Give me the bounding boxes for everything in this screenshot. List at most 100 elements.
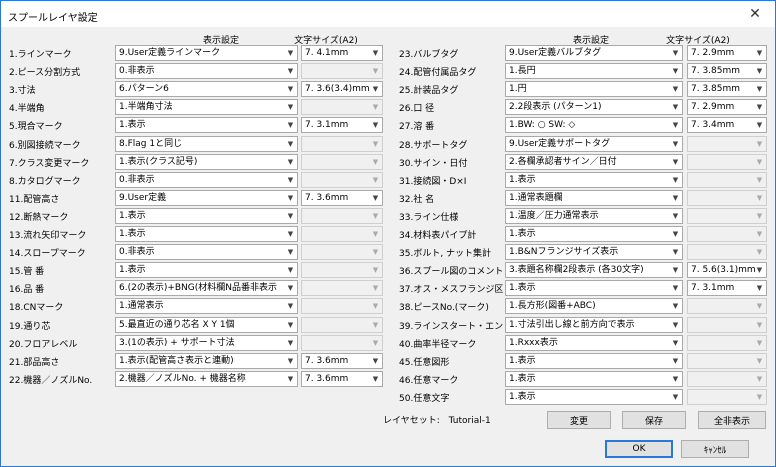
display-setting-select[interactable]: 1.表示 ▼ [115,117,298,134]
display-setting-select[interactable]: 1.表示 ▼ [505,226,683,242]
text-size-select[interactable]: 7. 3.1mm ▼ [301,117,383,134]
chevron-down-icon: ▼ [372,320,379,329]
display-setting-select[interactable]: 3.(1の表示) + サポート寸法 ▼ [115,334,298,351]
chevron-down-icon: ▼ [287,338,294,347]
display-setting-select[interactable]: 0.非表示 ▼ [115,244,298,261]
setting-row: 36.スプール図のコメント 3.表題名称欄2段表示 (各30文字) ▼ 7. 5.6(… [399,262,767,279]
display-setting-select[interactable]: 1.寸法引出し線と前方向で表示 ▼ [505,316,683,333]
chevron-down-icon: ▼ [287,103,294,112]
display-setting-select[interactable]: 1.Rxxx表示 ▼ [505,334,683,351]
hide-all-button[interactable]: 全非表示 [698,411,766,429]
text-size-select[interactable]: 7. 2.9mm ▼ [687,99,767,116]
setting-label: 23.バルブタグ [399,50,459,60]
display-setting-select[interactable]: 5.最直近の通り芯名 X Y 1個 ▼ [115,316,298,333]
display-setting-select[interactable]: 1.表示(配管高さ表示と連動) ▼ [115,352,298,369]
chevron-down-icon: ▼ [287,211,294,220]
display-setting-select[interactable]: 1.半端角寸法 ▼ [115,99,298,116]
display-setting-select[interactable]: 8.Flag 1と同じ ▼ [115,135,298,152]
display-setting-select[interactable]: 2.各欄承認者サイン／日付 ▼ [505,153,683,170]
setting-label: 16.品 番 [9,285,45,296]
display-setting-select[interactable]: 9.User定義サポートタグ ▼ [505,135,683,152]
setting-row: 15.管 番 1.表示 ▼ ▼ [9,262,383,279]
display-setting-select[interactable]: 1.表示(クラス記号) ▼ [115,153,298,170]
display-setting-select[interactable]: 1.表示 ▼ [505,388,683,405]
display-setting-value: 1.通常表題欄 [509,192,563,203]
display-setting-select[interactable]: 0.非表示 ▼ [115,63,298,80]
display-setting-select[interactable]: 1.表示 ▼ [115,262,298,279]
display-setting-select[interactable]: 1.表示 ▼ [505,352,683,369]
display-setting-value: 3.表題名称欄2段表示 (各30文字) [509,265,644,276]
display-setting-select[interactable]: 1.表示 ▼ [505,280,683,297]
setting-row: 45.任意図形 1.表示 ▼ ▼ [399,352,767,369]
display-setting-select[interactable]: 0.非表示 ▼ [115,171,298,188]
display-setting-select[interactable]: 6.パターン6 ▼ [115,81,298,98]
text-size-select[interactable]: 7. 3.6mm ▼ [301,352,383,369]
chevron-down-icon: ▼ [287,121,294,130]
display-setting-select[interactable]: 1.温度／圧力通常表示 ▼ [505,207,683,224]
display-setting-select[interactable]: 1.長円 ▼ [505,63,683,80]
setting-row: 22.機器／ノズルNo. 2.機器／ノズルNo. + 機器名称 ▼ 7. 3.6mm ▼ [9,370,383,387]
text-size-select[interactable]: 7. 3.85mm ▼ [687,63,767,80]
display-setting-select[interactable]: 9.User定義バルブタグ ▼ [505,45,683,61]
setting-label: 37.オス・メスフランジ区分 [399,285,503,296]
chevron-down-icon: ▼ [372,338,379,347]
text-size-select: ▼ [301,99,383,116]
setting-label: 36.スプール図のコメント [399,267,503,278]
chevron-down-icon: ▼ [372,103,379,112]
setting-label: 11.配管高さ [9,194,60,205]
display-setting-select[interactable]: 6.(2の表示)+BNG(材料欄N品番非表示 ▼ [115,280,298,297]
display-setting-select[interactable]: 9.User定義ラインマーク ▼ [115,45,298,61]
chevron-down-icon: ▼ [287,284,294,293]
chevron-down-icon: ▼ [372,302,379,311]
chevron-down-icon: ▼ [287,175,294,184]
display-setting-select[interactable]: 1.表示 ▼ [115,207,298,224]
setting-row: 21.部品高さ 1.表示(配管高さ表示と連動) ▼ 7. 3.6mm ▼ [9,352,383,369]
setting-label: 12.断熱マーク [9,212,69,223]
text-size-select[interactable]: 7. 3.85mm ▼ [687,81,767,98]
chevron-down-icon: ▼ [372,49,379,57]
display-setting-select[interactable]: 2.機器／ノズルNo. + 機器名称 ▼ [115,370,298,387]
display-setting-select[interactable]: 1.BW: ○ SW: ◇ ▼ [505,117,683,134]
text-size-select[interactable]: 7. 3.6mm ▼ [301,370,383,387]
text-size-select[interactable]: 7. 3.4mm ▼ [687,117,767,134]
save-button[interactable]: 保存 [622,411,686,429]
display-setting-select[interactable]: 1.長方形(図番+ABC) ▼ [505,298,683,315]
display-setting-select[interactable]: 1.B&Nフランジサイズ表示 ▼ [505,244,683,261]
setting-label: 14.スロープマーク [9,249,86,260]
chevron-down-icon: ▼ [372,248,379,257]
display-setting-select[interactable]: 1.通常表示 ▼ [115,298,298,315]
text-size-select[interactable]: 7. 3.1mm ▼ [687,280,767,297]
text-size-select: ▼ [301,280,383,297]
ok-button[interactable]: OK [605,440,673,458]
text-size-select[interactable]: 7. 2.9mm ▼ [687,45,767,61]
display-setting-select[interactable]: 1.表示 ▼ [115,226,298,242]
display-setting-value: 1.表示(クラス記号) [119,156,198,167]
text-size-select[interactable]: 7. 4.1mm ▼ [301,45,383,61]
display-setting-value: 1.BW: ○ SW: ◇ [509,120,576,131]
display-setting-select[interactable]: 2.2段表示 (パターン1) ▼ [505,99,683,116]
display-setting-select[interactable]: 9.User定義 ▼ [115,189,298,206]
display-setting-value: 1.表示 [509,174,536,185]
text-size-select[interactable]: 7. 5.6(3.1)mm ▼ [687,262,767,279]
chevron-down-icon: ▼ [287,374,294,383]
text-size-select[interactable]: 7. 3.6(3.4)mm ▼ [301,81,383,98]
chevron-down-icon: ▼ [287,302,294,311]
cancel-button[interactable]: ｷｬﾝｾﾙ [681,440,749,458]
chevron-down-icon: ▼ [756,139,763,148]
chevron-down-icon: ▼ [756,338,763,347]
change-button[interactable]: 変更 [547,411,611,429]
close-icon[interactable]: ✕ [735,1,775,27]
setting-row: 16.品 番 6.(2の表示)+BNG(材料欄N品番非表示 ▼ ▼ [9,280,383,297]
text-size-select: ▼ [687,370,767,387]
display-setting-select[interactable]: 1.通常表題欄 ▼ [505,189,683,206]
display-setting-select[interactable]: 1.表示 ▼ [505,171,683,188]
display-setting-select[interactable]: 3.表題名称欄2段表示 (各30文字) ▼ [505,262,683,279]
display-setting-select[interactable]: 1.円 ▼ [505,81,683,98]
text-size-select[interactable]: 7. 3.6mm ▼ [301,189,383,206]
setting-row: 40.曲率半径マーク 1.Rxxx表示 ▼ ▼ [399,334,767,351]
chevron-down-icon: ▼ [672,338,679,347]
chevron-down-icon: ▼ [287,320,294,329]
text-size-select: ▼ [687,352,767,369]
display-setting-value: 1.表示 [509,373,536,384]
display-setting-select[interactable]: 1.表示 ▼ [505,370,683,387]
